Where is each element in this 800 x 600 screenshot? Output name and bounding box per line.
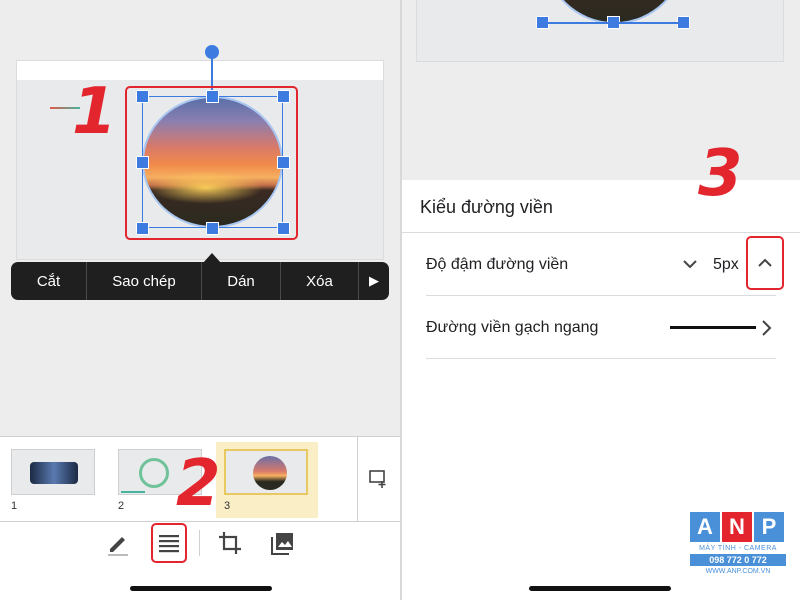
slide-thumb-number: 2 (118, 500, 125, 512)
toolbar-separator (199, 530, 200, 556)
chevron-up-icon[interactable] (746, 236, 784, 290)
logo-letter: A (690, 512, 720, 542)
resize-handle-ne[interactable] (277, 90, 290, 103)
thumb-image (30, 462, 78, 484)
crop-icon[interactable] (215, 528, 245, 558)
copy-button[interactable]: Sao chép (87, 262, 202, 300)
resize-handle-s[interactable] (206, 222, 219, 235)
anp-logo: A N P MÁY TÍNH - CAMERA 098 772 0 772 WW… (690, 512, 786, 592)
logo-letter: N (722, 512, 752, 542)
delete-button[interactable]: Xóa (281, 262, 359, 300)
step1-highlight-box (125, 86, 298, 240)
chevron-right-icon-svg (762, 320, 772, 336)
left-pane: 1 Cắt Sao chép Dán Xóa ▶ 1 2 3 2 (0, 0, 400, 600)
step2-label: 2 (176, 447, 221, 521)
logo-letter: P (754, 512, 784, 542)
selection-box-edge (542, 22, 683, 24)
step3-label: 3 (698, 137, 743, 211)
pencil-icon-svg (108, 537, 128, 556)
home-indicator (130, 586, 272, 591)
thumb-image (139, 458, 169, 488)
format-lines-icon[interactable] (151, 523, 187, 563)
chevron-right-icon[interactable] (760, 319, 774, 342)
cut-button[interactable]: Cắt (11, 262, 87, 300)
chevron-up-icon-svg (758, 258, 772, 267)
chevron-down-icon[interactable] (682, 256, 698, 277)
context-menu: Cắt Sao chép Dán Xóa ▶ (11, 262, 389, 300)
resize-handle-n[interactable] (206, 90, 219, 103)
slide-thumb-number: 3 (224, 500, 231, 512)
dash-style-preview (670, 326, 756, 329)
logo-phone: 098 772 0 772 (690, 554, 786, 566)
resize-handle-e[interactable] (277, 156, 290, 169)
paste-button[interactable]: Dán (202, 262, 281, 300)
border-weight-label: Độ đậm đường viền (426, 256, 569, 273)
border-weight-value: 5px (713, 256, 739, 273)
logo-letters: A N P (690, 512, 786, 542)
resize-handle-nw[interactable] (136, 90, 149, 103)
sheet-divider (402, 232, 800, 233)
rotate-handle[interactable] (205, 45, 219, 59)
new-slide-button[interactable] (357, 437, 400, 521)
resize-handle-w[interactable] (136, 156, 149, 169)
slide-thumb-1[interactable] (11, 449, 95, 495)
play-triangle-icon[interactable]: ▶ (359, 262, 389, 300)
crop-icon-svg (219, 532, 241, 554)
right-pane: 3 Kiểu đường viền Độ đậm đường viền 5px … (402, 0, 800, 600)
thumb-accent-line (121, 491, 145, 493)
logo-website: WWW.ANP.COM.VN (705, 568, 771, 575)
border-style-title: Kiểu đường viền (420, 197, 553, 217)
chevron-down-icon-svg (683, 260, 697, 269)
home-indicator (529, 586, 671, 591)
slide-thumb-3[interactable] (224, 449, 308, 495)
image-icon[interactable] (267, 528, 297, 558)
new-slide-icon (369, 470, 386, 488)
pencil-icon[interactable] (103, 528, 133, 558)
format-lines-icon-svg (159, 535, 179, 553)
resize-handle-sw[interactable] (136, 222, 149, 235)
dash-style-label: Đường viền gạch ngang (426, 319, 599, 336)
logo-tagline: MÁY TÍNH - CAMERA (699, 545, 777, 552)
thumb-image (253, 456, 287, 490)
resize-handle-se[interactable] (277, 222, 290, 235)
step1-label: 1 (72, 75, 117, 149)
slide-thumb-number: 1 (11, 500, 18, 512)
image-icon-svg (271, 533, 293, 555)
